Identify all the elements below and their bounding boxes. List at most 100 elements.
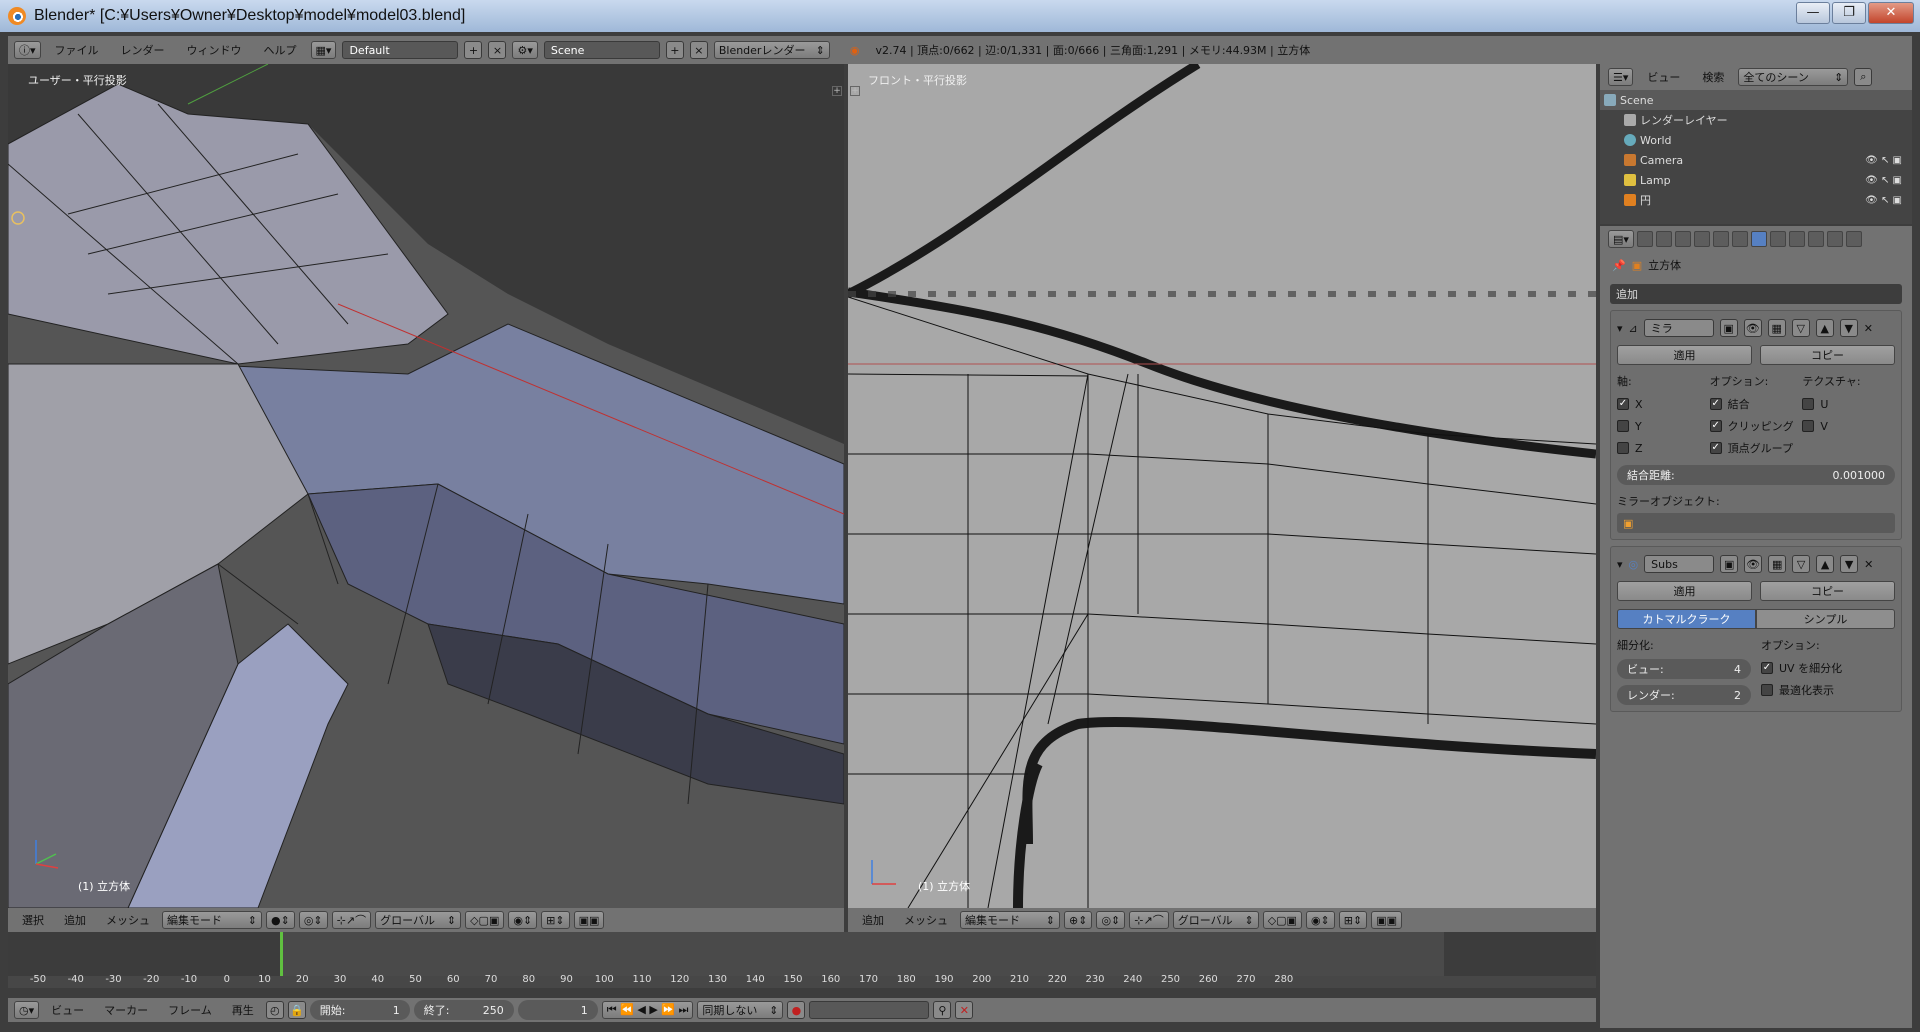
simple-button[interactable]: シンプル bbox=[1756, 609, 1895, 629]
menu-frame[interactable]: フレーム bbox=[160, 1002, 220, 1018]
shading-icon[interactable]: ⊕⇕ bbox=[1064, 911, 1093, 929]
render-engine-select[interactable]: Blenderレンダー ⇕ bbox=[713, 41, 830, 59]
axis-x-checkbox[interactable]: ✓ X bbox=[1617, 393, 1710, 415]
constraints-tab-icon[interactable] bbox=[1731, 231, 1748, 247]
end-frame-field[interactable]: 終了: 250 bbox=[413, 1000, 514, 1020]
render-tab-icon[interactable] bbox=[1636, 231, 1653, 247]
outliner-item-render-layers[interactable]: レンダーレイヤー bbox=[1600, 110, 1912, 130]
keyframe-delete-icon[interactable]: ✕ bbox=[955, 1001, 974, 1019]
move-down-icon[interactable]: ▼ bbox=[1839, 319, 1858, 337]
data-tab-icon[interactable] bbox=[1769, 231, 1786, 247]
search-icon[interactable]: ⌕ bbox=[1854, 68, 1873, 86]
cage-toggle-icon[interactable]: ▽ bbox=[1792, 555, 1811, 573]
outliner-item-circle[interactable]: 円 👁 ↖ ▣ bbox=[1600, 190, 1912, 210]
start-frame-field[interactable]: 開始: 1 bbox=[309, 1000, 410, 1020]
add-scene-icon[interactable]: + bbox=[665, 41, 684, 59]
scene-icon[interactable]: ⚙▾ bbox=[512, 41, 538, 59]
copy-button[interactable]: コピー bbox=[1760, 581, 1895, 601]
axis-y-checkbox[interactable]: Y bbox=[1617, 415, 1710, 437]
material-tab-icon[interactable] bbox=[1788, 231, 1805, 247]
menu-mesh[interactable]: メッシュ bbox=[98, 912, 158, 928]
move-down-icon[interactable]: ▼ bbox=[1840, 555, 1859, 573]
clipping-checkbox[interactable]: ✓ クリッピング bbox=[1709, 415, 1803, 437]
texture-u-checkbox[interactable]: U bbox=[1802, 393, 1895, 415]
menu-marker[interactable]: マーカー bbox=[96, 1002, 156, 1018]
collapse-icon[interactable]: ▾ bbox=[1617, 322, 1623, 335]
cage-toggle-icon[interactable]: ▽ bbox=[1791, 319, 1810, 337]
subdivide-uvs-checkbox[interactable]: ✓ UV を細分化 bbox=[1761, 657, 1895, 679]
orientation-select-left[interactable]: グローバル ⇕ bbox=[375, 911, 462, 929]
texture-v-checkbox[interactable]: V bbox=[1802, 415, 1895, 437]
properties-editor[interactable]: ▤▾ 📌 ▣ 立方体 追加 ▾ ⊿ ミラ ▣ 👁 ▦ ▽ ▲ ▼ ✕ 適用 コピ… bbox=[1600, 226, 1912, 1028]
render-layers-tab-icon[interactable] bbox=[1655, 231, 1672, 247]
particles-tab-icon[interactable] bbox=[1826, 231, 1843, 247]
editor-type-icon[interactable]: ☰▾ bbox=[1608, 68, 1634, 86]
mode-select-right[interactable]: 編集モード ⇕ bbox=[960, 911, 1060, 929]
menu-help[interactable]: ヘルプ bbox=[256, 42, 305, 58]
manipulator-icon[interactable]: ⊹↗⌒ bbox=[331, 911, 372, 929]
collapse-icon[interactable]: ▾ bbox=[1617, 558, 1623, 571]
copy-button[interactable]: コピー bbox=[1760, 345, 1895, 365]
shading-icon[interactable]: ●⇕ bbox=[266, 911, 295, 929]
menu-window[interactable]: ウィンドウ bbox=[179, 42, 250, 58]
modifier-name-field[interactable]: ミラ bbox=[1643, 319, 1714, 337]
corner-split-icon[interactable]: + bbox=[832, 86, 842, 96]
orientation-select-right[interactable]: グローバル ⇕ bbox=[1172, 911, 1259, 929]
vertex-group-checkbox[interactable]: ✓ 頂点グループ bbox=[1709, 437, 1803, 459]
merge-checkbox[interactable]: ✓ 結合 bbox=[1709, 393, 1803, 415]
proportional-edit-icon[interactable]: ◉⇕ bbox=[1305, 911, 1335, 929]
outliner-item-scene[interactable]: Scene bbox=[1600, 90, 1912, 110]
outliner[interactable]: ☰▾ ビュー 検索 全てのシーン ⇕ ⌕ Scene レンダーレイヤー World… bbox=[1600, 64, 1912, 224]
optimal-display-checkbox[interactable]: 最適化表示 bbox=[1761, 679, 1895, 701]
mirror-object-field[interactable]: ▣ bbox=[1617, 513, 1895, 533]
menu-mesh[interactable]: メッシュ bbox=[896, 912, 956, 928]
axis-z-checkbox[interactable]: Z bbox=[1617, 437, 1710, 459]
viewport-user-ortho[interactable]: ユーザー・平行投影 (1) 立方体 + bbox=[8, 64, 844, 908]
editmode-toggle-icon[interactable]: ▦ bbox=[1768, 555, 1787, 573]
pivot-icon[interactable]: ◎⇕ bbox=[1096, 911, 1126, 929]
lock-icon[interactable]: 🔒 bbox=[287, 1001, 306, 1019]
apply-button[interactable]: 適用 bbox=[1617, 345, 1752, 365]
layout-icon[interactable]: ▦▾ bbox=[310, 41, 337, 59]
render-icon[interactable]: ▣▣ bbox=[573, 911, 605, 929]
object-tab-icon[interactable] bbox=[1712, 231, 1729, 247]
preview-range-icon[interactable]: ◴ bbox=[265, 1001, 284, 1019]
outliner-filter-select[interactable]: 全てのシーン ⇕ bbox=[1738, 68, 1849, 86]
pin-icon[interactable]: 📌 bbox=[1612, 259, 1626, 272]
menu-playback[interactable]: 再生 bbox=[224, 1002, 262, 1018]
delete-modifier-icon[interactable]: ✕ bbox=[1864, 322, 1873, 335]
proportional-edit-icon[interactable]: ◉⇕ bbox=[508, 911, 538, 929]
scene-tab-icon[interactable] bbox=[1674, 231, 1691, 247]
render-toggle-icon[interactable]: ▣ bbox=[1720, 555, 1739, 573]
delete-modifier-icon[interactable]: ✕ bbox=[1864, 558, 1873, 571]
close-button[interactable]: ✕ bbox=[1868, 2, 1914, 24]
render-icon[interactable]: ▣▣ bbox=[1371, 911, 1403, 929]
minimize-button[interactable]: — bbox=[1796, 2, 1830, 24]
maximize-button[interactable]: ❐ bbox=[1832, 2, 1866, 24]
viewport-toggle-icon[interactable]: 👁 bbox=[1743, 319, 1762, 337]
layout-field[interactable]: Default bbox=[342, 41, 459, 59]
menu-add[interactable]: 追加 bbox=[854, 912, 892, 928]
physics-tab-icon[interactable] bbox=[1845, 231, 1862, 247]
add-layout-icon[interactable]: + bbox=[464, 41, 483, 59]
pivot-icon[interactable]: ◎⇕ bbox=[298, 911, 328, 929]
remove-scene-icon[interactable]: × bbox=[689, 41, 708, 59]
editor-type-icon[interactable]: ▤▾ bbox=[1608, 230, 1634, 248]
world-tab-icon[interactable] bbox=[1693, 231, 1710, 247]
outliner-item-world[interactable]: World bbox=[1600, 130, 1912, 150]
modifier-name-field[interactable]: Subs bbox=[1644, 555, 1715, 573]
menu-select[interactable]: 選択 bbox=[14, 912, 52, 928]
catmull-clark-button[interactable]: カトマルクラーク bbox=[1617, 609, 1756, 629]
editor-type-icon[interactable]: ◷▾ bbox=[14, 1001, 40, 1019]
menu-add[interactable]: 追加 bbox=[56, 912, 94, 928]
snap-icon[interactable]: ⊞⇕ bbox=[1338, 911, 1368, 929]
move-up-icon[interactable]: ▲ bbox=[1816, 555, 1835, 573]
timeline-current-frame-cursor[interactable] bbox=[280, 932, 283, 976]
manipulator-icon[interactable]: ⊹↗⌒ bbox=[1129, 911, 1169, 929]
menu-view[interactable]: ビュー bbox=[43, 1002, 92, 1018]
editor-type-icon[interactable]: ⓘ▾ bbox=[14, 41, 41, 59]
corner-split-icon[interactable]: + bbox=[850, 86, 860, 96]
keying-set-field[interactable] bbox=[809, 1001, 930, 1019]
visibility-toggles[interactable]: 👁 ↖ ▣ bbox=[1865, 175, 1902, 186]
snap-icon[interactable]: ⊞⇕ bbox=[541, 911, 570, 929]
